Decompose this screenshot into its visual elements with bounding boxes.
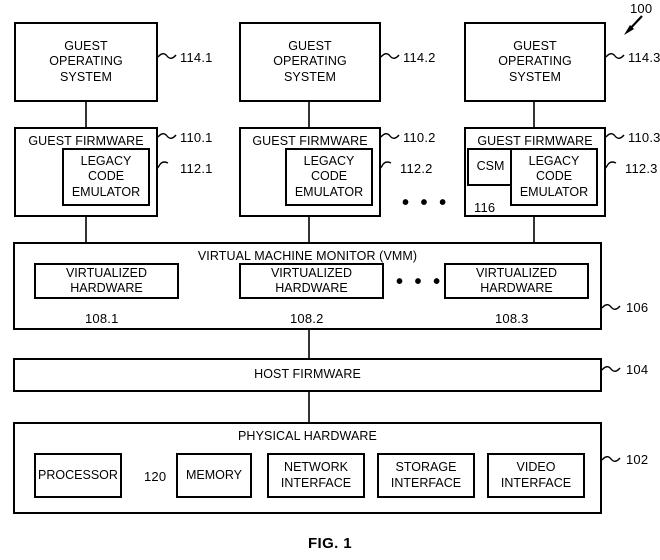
- ref-120: 120: [144, 469, 167, 484]
- vmm-title: VIRTUAL MACHINE MONITOR (VMM): [197, 249, 418, 263]
- guest-firmware-label-2: GUEST FIRMWARE: [252, 134, 368, 148]
- legacy-code-emulator-label-1: LEGACY CODE EMULATOR: [71, 154, 141, 199]
- ref-102: 102: [626, 452, 649, 467]
- ref-110-1: 110.1: [180, 130, 213, 145]
- figure-caption: FIG. 1: [307, 535, 353, 552]
- ref-100: 100: [630, 1, 653, 16]
- network-interface-box[interactable]: NETWORK INTERFACE: [267, 453, 365, 498]
- network-interface-label: NETWORK INTERFACE: [280, 460, 352, 490]
- video-interface-label: VIDEO INTERFACE: [500, 460, 572, 490]
- virtualized-hardware-label-2: VIRTUALIZED HARDWARE: [270, 265, 353, 295]
- virtualized-hardware-1[interactable]: VIRTUALIZED HARDWARE: [34, 263, 179, 299]
- legacy-code-emulator-label-2: LEGACY CODE EMULATOR: [294, 154, 364, 199]
- legacy-code-emulator-3[interactable]: LEGACY CODE EMULATOR: [510, 148, 598, 206]
- ref-114-3: 114.3: [628, 50, 660, 65]
- ref-108-1: 108.1: [85, 311, 119, 326]
- ref-104: 104: [626, 362, 649, 377]
- memory-label: MEMORY: [185, 467, 243, 482]
- ref-114-1: 114.1: [180, 50, 213, 65]
- ref-108-2: 108.2: [290, 311, 324, 326]
- vmm-row-ellipsis: • • •: [396, 271, 444, 293]
- ref-116: 116: [474, 200, 496, 215]
- legacy-code-emulator-label-3: LEGACY CODE EMULATOR: [519, 154, 589, 199]
- virtualized-hardware-3[interactable]: VIRTUALIZED HARDWARE: [444, 263, 589, 299]
- ref-108-3: 108.3: [495, 311, 529, 326]
- guest-operating-system-2[interactable]: GUEST OPERATING SYSTEM: [239, 22, 381, 102]
- ref-110-2: 110.2: [403, 130, 436, 145]
- firmware-row-ellipsis: • • •: [402, 192, 450, 214]
- guest-firmware-label-1: GUEST FIRMWARE: [28, 134, 144, 148]
- virtualized-hardware-2[interactable]: VIRTUALIZED HARDWARE: [239, 263, 384, 299]
- memory-box[interactable]: MEMORY: [176, 453, 252, 498]
- guest-os-label-3: GUEST OPERATING SYSTEM: [498, 39, 572, 84]
- ref-110-3: 110.3: [628, 130, 660, 145]
- guest-operating-system-3[interactable]: GUEST OPERATING SYSTEM: [464, 22, 606, 102]
- ref-114-2: 114.2: [403, 50, 436, 65]
- virtualized-hardware-label-1: VIRTUALIZED HARDWARE: [65, 265, 148, 295]
- guest-os-label-1: GUEST OPERATING SYSTEM: [49, 39, 123, 84]
- legacy-code-emulator-1[interactable]: LEGACY CODE EMULATOR: [62, 148, 150, 206]
- video-interface-box[interactable]: VIDEO INTERFACE: [487, 453, 585, 498]
- storage-interface-box[interactable]: STORAGE INTERFACE: [377, 453, 475, 498]
- csm-module[interactable]: CSM: [467, 148, 514, 186]
- physical-hardware-title: PHYSICAL HARDWARE: [238, 429, 377, 443]
- guest-os-label-2: GUEST OPERATING SYSTEM: [273, 39, 347, 84]
- ref-112-1: 112.1: [180, 161, 213, 176]
- guest-firmware-label-3: GUEST FIRMWARE: [477, 134, 593, 148]
- ref-106: 106: [626, 300, 649, 315]
- ref-112-2: 112.2: [400, 161, 433, 176]
- guest-operating-system-1[interactable]: GUEST OPERATING SYSTEM: [14, 22, 158, 102]
- storage-interface-label: STORAGE INTERFACE: [390, 460, 462, 490]
- processor-label: PROCESSOR: [38, 467, 118, 482]
- legacy-code-emulator-2[interactable]: LEGACY CODE EMULATOR: [285, 148, 373, 206]
- csm-label: CSM: [476, 159, 505, 174]
- virtualized-hardware-label-3: VIRTUALIZED HARDWARE: [475, 265, 558, 295]
- system-arrow: [624, 15, 643, 35]
- figure-canvas: GUEST OPERATING SYSTEM 114.1 GUEST OPERA…: [0, 0, 660, 560]
- host-firmware-label: HOST FIRMWARE: [254, 367, 361, 382]
- processor-box[interactable]: PROCESSOR: [34, 453, 122, 498]
- host-firmware[interactable]: HOST FIRMWARE: [13, 358, 602, 392]
- ref-112-3: 112.3: [625, 161, 658, 176]
